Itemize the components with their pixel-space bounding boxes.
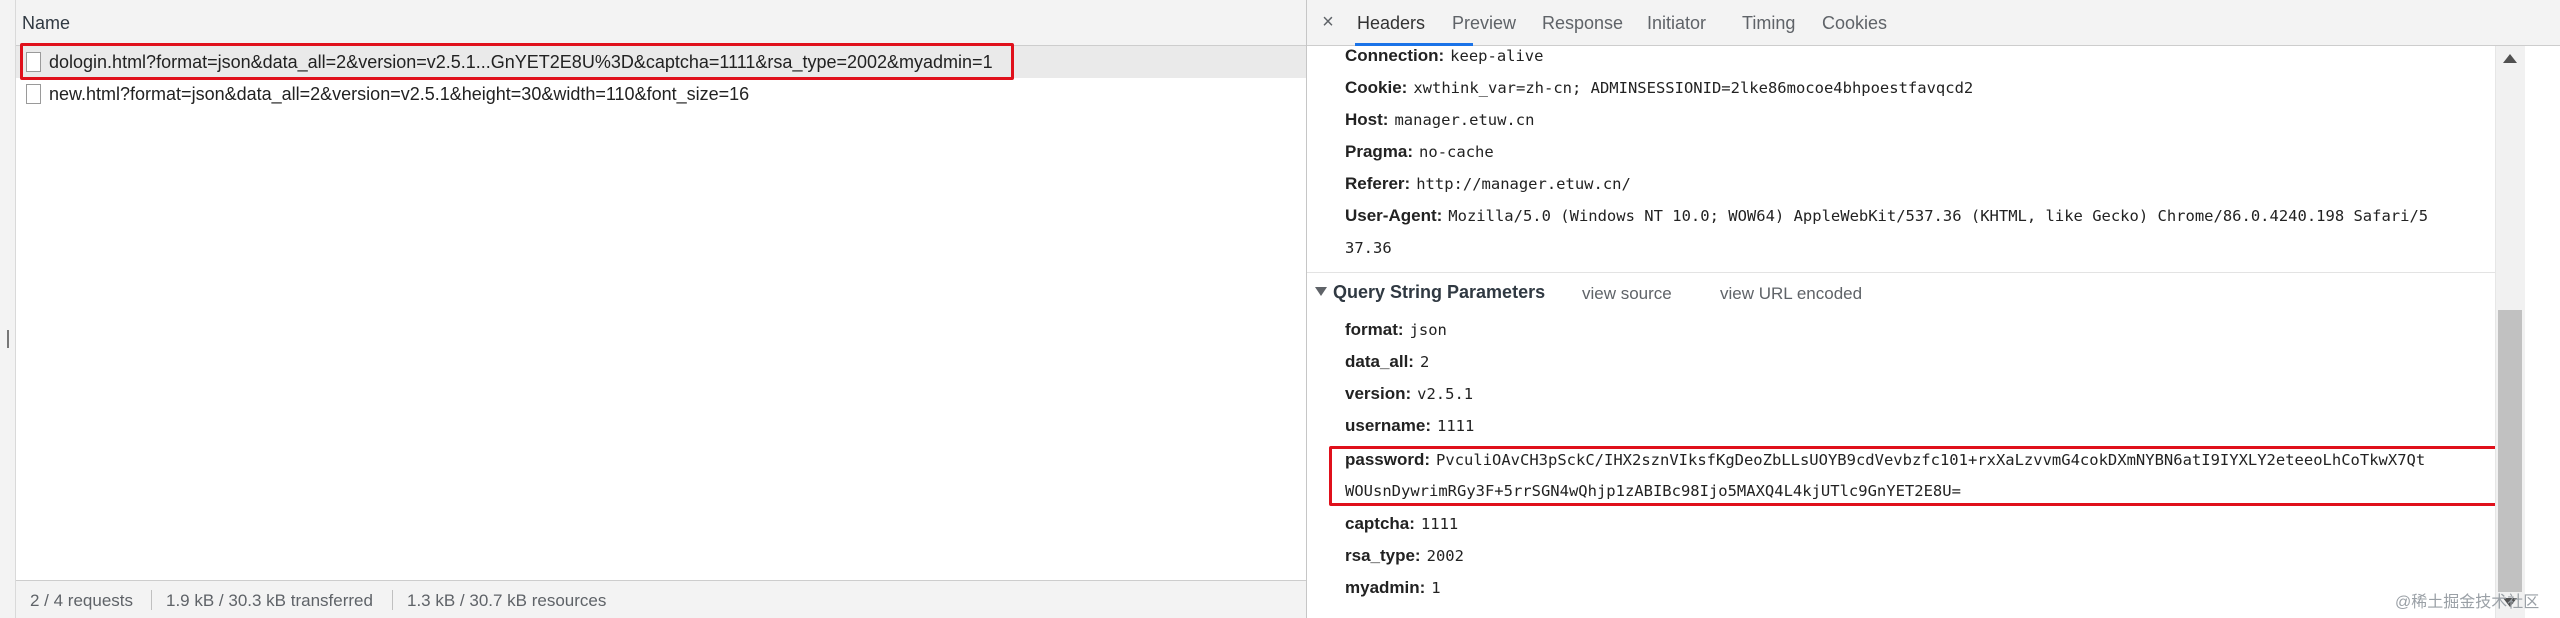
param-key: data_all: [1345, 352, 1414, 371]
request-list-pane: Name dologin.html?format=json&data_all=2… [0, 0, 1306, 618]
document-icon [26, 84, 41, 104]
query-string-title: Query String Parameters [1333, 282, 1546, 302]
param-value: json [1409, 321, 1447, 339]
param-myadmin: myadmin: 1 [1345, 578, 1441, 598]
tab-headers[interactable]: Headers [1357, 13, 1425, 34]
tab-timing[interactable]: Timing [1742, 13, 1795, 34]
name-column-label: Name [22, 13, 71, 33]
param-key: captcha: [1345, 514, 1415, 533]
param-key: username: [1345, 416, 1431, 435]
param-value: 1 [1431, 579, 1441, 597]
view-url-encoded-link[interactable]: view URL encoded [1720, 284, 1862, 304]
network-status-bar: 2 / 4 requests 1.9 kB / 30.3 kB transfer… [16, 580, 1306, 618]
status-separator [392, 590, 393, 610]
details-tabbar: × Headers Preview Response Initiator Tim… [1307, 0, 2560, 46]
header-value: keep-alive [1450, 47, 1544, 65]
request-name: new.html?format=json&data_all=2&version=… [49, 84, 750, 104]
header-value: manager.etuw.cn [1394, 111, 1535, 129]
tab-cookies[interactable]: Cookies [1822, 13, 1887, 34]
status-separator [151, 590, 152, 610]
param-version: version: v2.5.1 [1345, 384, 1473, 404]
header-key: Cookie: [1345, 78, 1408, 97]
param-captcha: captcha: 1111 [1345, 514, 1458, 534]
highlight-box-password [1329, 446, 2516, 506]
watermark-text: @稀土掘金技术社区 [2395, 594, 2540, 611]
header-host: Host: manager.etuw.cn [1345, 110, 1534, 130]
param-format: format: json [1345, 320, 1447, 340]
header-key: Pragma: [1345, 142, 1414, 161]
section-separator [1307, 272, 2497, 273]
left-edge-strip [0, 0, 16, 618]
header-user-agent-continuation: 37.36 [1345, 239, 1392, 257]
param-value: 2002 [1426, 547, 1464, 565]
header-key: User-Agent: [1345, 206, 1443, 225]
param-value: 1111 [1436, 417, 1475, 435]
request-row-new[interactable]: new.html?format=json&data_all=2&version=… [16, 78, 1306, 110]
header-key: Host: [1345, 110, 1389, 129]
text-cursor-mark [7, 330, 9, 348]
header-referer: Referer: http://manager.etuw.cn/ [1345, 174, 1631, 194]
headers-content: Connection: keep-alive Cookie: xwthink_var… [1307, 46, 2560, 618]
param-key: version: [1345, 384, 1412, 403]
header-value: xwthink_var=zh-cn; ADMINSESSIONID=2lke86… [1413, 79, 1974, 97]
param-username: username: 1111 [1345, 416, 1474, 436]
highlight-box-request [20, 43, 1014, 80]
resources-size: 1.3 kB / 30.7 kB resources [407, 591, 607, 610]
param-value: 2 [1419, 353, 1430, 371]
param-key: format: [1345, 320, 1404, 339]
param-key: myadmin: [1345, 578, 1426, 597]
query-string-section-toggle[interactable]: Query String Parameters [1315, 282, 1545, 303]
param-rsa-type: rsa_type: 2002 [1345, 546, 1464, 566]
param-value: v2.5.1 [1417, 385, 1474, 403]
param-value: 1111 [1420, 515, 1459, 533]
header-value: http://manager.etuw.cn/ [1416, 175, 1631, 193]
close-icon[interactable]: × [1317, 10, 1339, 34]
name-column-header[interactable]: Name [16, 0, 1306, 46]
param-data-all: data_all: 2 [1345, 352, 1429, 372]
header-cookie: Cookie: xwthink_var=zh-cn; ADMINSESSIONID… [1345, 78, 1973, 98]
requests-count: 2 / 4 requests [30, 591, 134, 610]
view-source-link[interactable]: view source [1582, 284, 1672, 304]
header-key: Connection: [1345, 46, 1445, 65]
header-key: Referer: [1345, 174, 1411, 193]
tab-response[interactable]: Response [1542, 13, 1623, 34]
triangle-down-icon [1315, 287, 1327, 296]
scroll-up-arrow-icon[interactable] [2503, 54, 2517, 63]
right-margin [2525, 46, 2560, 618]
transferred-size: 1.9 kB / 30.3 kB transferred [166, 591, 373, 610]
header-value: Mozilla/5.0 (Windows NT 10.0; WOW64) App… [1448, 207, 2429, 225]
header-connection: Connection: keep-alive [1345, 46, 1543, 66]
details-scrollbar-thumb[interactable] [2498, 310, 2522, 592]
tab-preview[interactable]: Preview [1452, 13, 1516, 34]
header-value: no-cache [1419, 143, 1494, 161]
header-pragma: Pragma: no-cache [1345, 142, 1494, 162]
tab-initiator[interactable]: Initiator [1647, 13, 1706, 34]
header-user-agent: User-Agent: Mozilla/5.0 (Windows NT 10.0;… [1345, 206, 2428, 226]
request-details-pane: × Headers Preview Response Initiator Tim… [1307, 0, 2560, 618]
param-key: rsa_type: [1345, 546, 1421, 565]
